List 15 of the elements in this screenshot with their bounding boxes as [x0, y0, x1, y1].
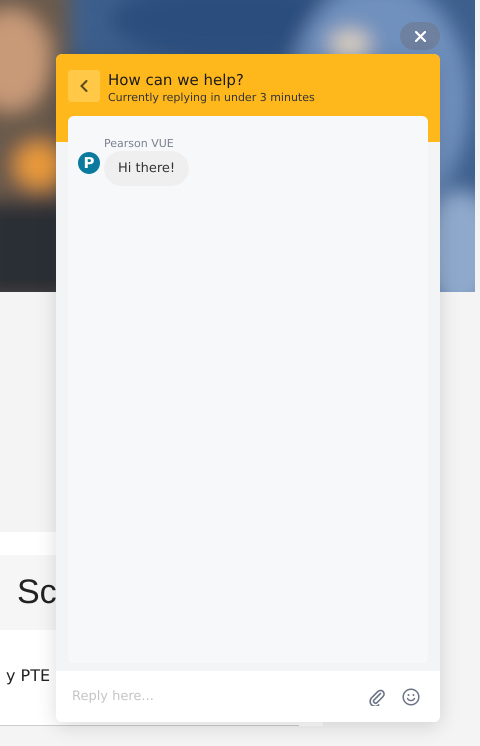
chat-title: How can we help?	[108, 70, 245, 90]
body-text: y PTE	[6, 666, 50, 685]
sender-name: Pearson VUE	[104, 136, 174, 151]
chat-subtitle: Currently replying in under 3 minutes	[108, 90, 315, 105]
close-icon	[414, 30, 426, 42]
smiley-icon	[402, 688, 420, 706]
message-bubble: Hi there!	[104, 151, 190, 186]
close-button[interactable]	[400, 22, 440, 50]
back-button[interactable]	[68, 70, 100, 102]
back-icon	[80, 80, 88, 92]
paperclip-icon	[368, 688, 386, 706]
reply-field[interactable]: Reply here...	[56, 671, 360, 722]
avatar: P	[78, 152, 100, 174]
emoji-button[interactable]	[394, 671, 440, 722]
section-heading: Sc	[17, 573, 57, 612]
